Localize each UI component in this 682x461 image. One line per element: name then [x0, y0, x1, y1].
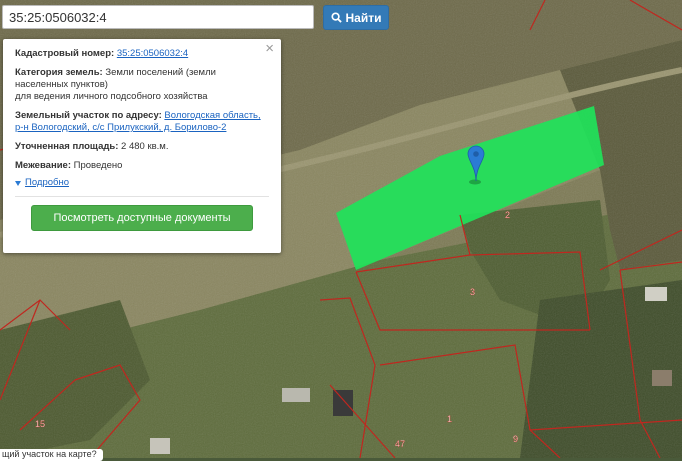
details-toggle[interactable]: Подробно: [15, 177, 269, 189]
building: [150, 438, 170, 454]
view-documents-button[interactable]: Посмотреть доступные документы: [31, 205, 253, 231]
plot-number-label: 1: [447, 414, 452, 424]
divider: [15, 196, 269, 197]
close-icon[interactable]: ×: [265, 41, 274, 56]
plot-number-label: 9: [513, 434, 518, 444]
survey-row: Межевание: Проведено: [15, 160, 269, 172]
survey-value: Проведено: [73, 160, 123, 171]
category-label: Категория земель:: [15, 67, 103, 78]
plot-number-label: 2: [505, 210, 510, 220]
building: [652, 370, 672, 386]
search-input[interactable]: [2, 5, 314, 29]
plot-number-label: 15: [35, 419, 45, 429]
plot-number-label: 47: [395, 439, 405, 449]
survey-label: Межевание:: [15, 160, 71, 171]
cadastral-number-link[interactable]: 35:25:0506032:4: [117, 48, 188, 59]
search-button[interactable]: Найти: [323, 5, 389, 30]
area-value: 2 480 кв.м.: [121, 141, 169, 152]
search-icon: [330, 12, 342, 23]
address-row: Земельный участок по адресу: Вологодская…: [15, 110, 269, 134]
details-link[interactable]: Подробно: [25, 177, 69, 189]
plot-number-label: 3: [470, 287, 475, 297]
building: [282, 388, 310, 402]
parcel-info-panel: × Кадастровый номер: 35:25:0506032:4 Кат…: [3, 39, 281, 253]
cadastral-label: Кадастровый номер:: [15, 48, 115, 59]
building: [333, 390, 353, 416]
usage-value: для ведения личного подсобного хозяйства: [15, 91, 208, 102]
bottom-tooltip: щий участок на карте?: [0, 449, 103, 461]
area-label: Уточненная площадь:: [15, 141, 119, 152]
area-row: Уточненная площадь: 2 480 кв.м.: [15, 141, 269, 153]
category-row: Категория земель: Земли поселений (земли…: [15, 67, 269, 103]
caret-down-icon: [15, 180, 21, 186]
address-label: Земельный участок по адресу:: [15, 110, 162, 121]
cadastral-row: Кадастровый номер: 35:25:0506032:4: [15, 48, 269, 60]
building: [645, 287, 667, 301]
search-button-label: Найти: [345, 10, 382, 25]
